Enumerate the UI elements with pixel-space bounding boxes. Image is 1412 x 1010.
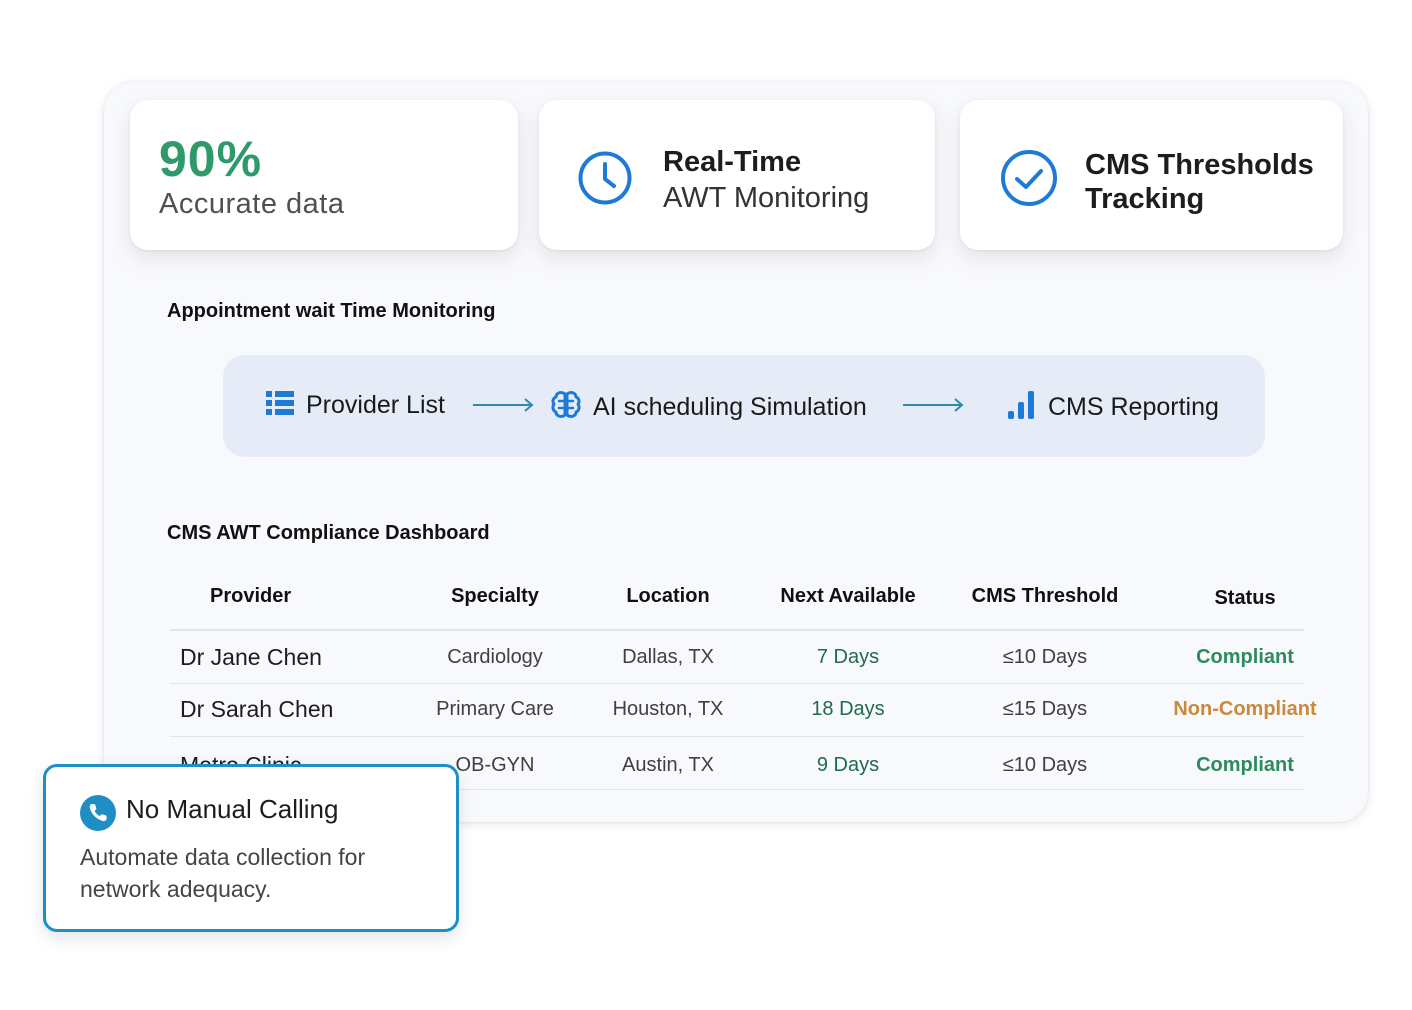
callout-title: No Manual Calling: [126, 794, 339, 824]
no-manual-calling-callout: No Manual Calling Automate data collecti…: [43, 764, 459, 932]
workflow-step-ai-simulation: AI scheduling Simulation: [551, 391, 867, 424]
column-header-provider: Provider: [210, 585, 292, 607]
workflow-step-label: Provider List: [306, 391, 445, 419]
arrow-right-icon: [473, 398, 535, 417]
workflow-step-label: CMS Reporting: [1048, 393, 1219, 421]
cell-text: 7 Days: [816, 646, 880, 668]
callout-body: Automate data collection for network ade…: [80, 844, 366, 902]
provider-cell: Dr Jane Chen: [180, 644, 322, 670]
cell-text: ≤10 Days: [1002, 646, 1088, 668]
workflow-step-provider-list: Provider List: [266, 391, 445, 420]
cell-text: Primary Care: [436, 698, 554, 720]
accuracy-stat-card: 90% Accurate data: [130, 100, 518, 250]
cell-text: 9 Days: [816, 754, 880, 776]
provider-cell: Dr Sarah Chen: [180, 696, 334, 722]
cell-text: Dallas, TX: [622, 646, 714, 668]
column-header-label: Status: [1214, 587, 1276, 609]
cell-text: Non-Compliant: [1173, 698, 1317, 720]
brain-icon: [551, 391, 581, 424]
table-row: Dr Jane Chen Cardiology Dallas, TX 7 Day…: [170, 631, 1304, 683]
cell-text: Compliant: [1196, 646, 1294, 668]
cms-thresholds-title: CMS Thresholds Tracking: [1085, 149, 1314, 215]
check-circle-icon: [1000, 149, 1058, 212]
row-divider: [170, 736, 1304, 737]
accuracy-value: 90%: [159, 131, 263, 187]
cell-text: ≤10 Days: [1002, 754, 1088, 776]
accuracy-caption: Accurate data: [159, 188, 345, 220]
cell-text: Cardiology: [447, 646, 543, 668]
cell-text: Houston, TX: [612, 698, 724, 720]
cell-text: Austin, TX: [622, 754, 714, 776]
cell-text: 18 Days: [811, 698, 885, 720]
cell-text: Compliant: [1196, 754, 1294, 776]
realtime-subtitle: AWT Monitoring: [663, 182, 870, 214]
workflow-step-label: AI scheduling Simulation: [593, 393, 867, 421]
clock-icon: [577, 150, 633, 211]
bar-chart-icon: [1008, 391, 1036, 424]
workflow-pipeline: Provider List AI scheduling Simulation C…: [223, 355, 1265, 457]
column-header-label: CMS Threshold: [971, 585, 1119, 607]
list-icon: [266, 391, 294, 420]
cms-thresholds-card: CMS Thresholds Tracking: [960, 100, 1343, 250]
phone-icon: [80, 795, 116, 836]
awt-monitoring-heading: Appointment wait Time Monitoring: [167, 300, 496, 322]
column-header-label: Specialty: [451, 585, 539, 607]
column-header-label: Next Available: [780, 585, 916, 607]
workflow-step-cms-reporting: CMS Reporting: [1008, 391, 1219, 424]
realtime-stat-card: Real-Time AWT Monitoring: [539, 100, 935, 250]
column-header-label: Location: [626, 585, 710, 607]
compliance-dashboard-heading: CMS AWT Compliance Dashboard: [167, 522, 490, 544]
table-row: Dr Sarah Chen Primary Care Houston, TX 1…: [170, 683, 1317, 735]
table-header: Provider Specialty Location Next Availab…: [170, 570, 1304, 622]
cell-text: ≤15 Days: [1002, 698, 1088, 720]
dashboard-illustration: 90% Accurate data Real-Time AWT Monitori…: [0, 0, 1412, 1010]
cell-text: OB-GYN: [455, 754, 535, 776]
realtime-title: Real-Time: [663, 146, 802, 178]
arrow-right-icon: [903, 398, 965, 417]
